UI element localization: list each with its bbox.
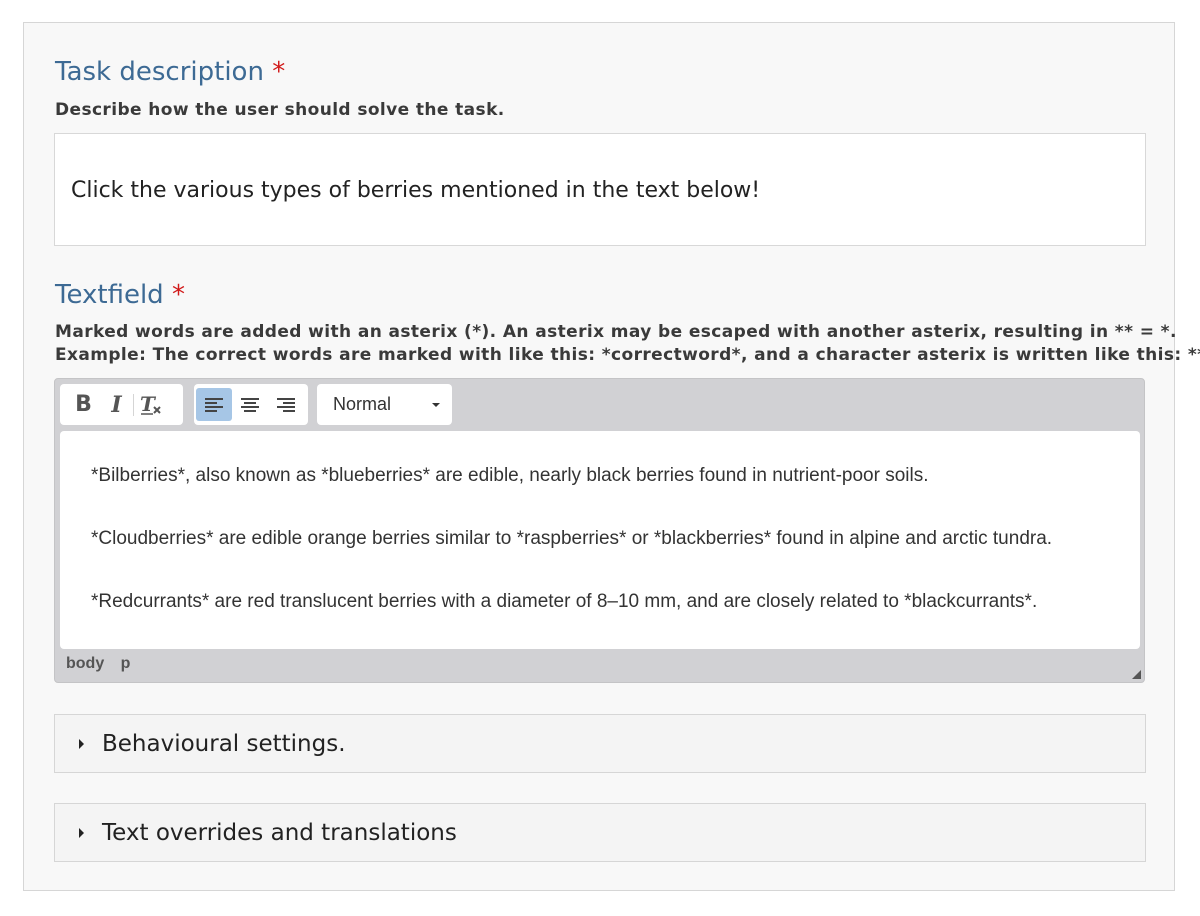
- textfield-heading: Textfield *: [55, 280, 185, 310]
- format-dropdown[interactable]: Normal: [317, 384, 452, 425]
- editor-paragraph: *Bilberries*, also known as *blueberries…: [91, 465, 929, 486]
- expand-arrow-icon: [79, 828, 84, 838]
- task-description-help: Describe how the user should solve the t…: [55, 100, 505, 120]
- remove-format-button[interactable]: T: [134, 388, 167, 421]
- textfield-help-line2: Example: The correct words are marked wi…: [55, 345, 1200, 365]
- editor-paragraph: *Redcurrants* are red translucent berrie…: [91, 591, 1038, 612]
- align-center-icon: [241, 397, 259, 412]
- bold-icon: B: [75, 392, 92, 417]
- rich-text-editor: B I T Normal *Bilberries*, also known as…: [54, 378, 1145, 683]
- form-panel: Task description * Describe how the user…: [23, 22, 1200, 891]
- align-left-icon: [205, 397, 223, 412]
- align-left-button[interactable]: [196, 388, 232, 421]
- required-marker: *: [171, 280, 185, 310]
- behavioural-settings-section[interactable]: Behavioural settings.: [54, 714, 1146, 773]
- task-description-title: Task description: [55, 57, 264, 87]
- element-path-p[interactable]: p: [121, 655, 131, 672]
- textfield-title: Textfield: [55, 280, 164, 310]
- format-dropdown-value: Normal: [333, 394, 392, 414]
- element-path: body p: [66, 655, 142, 673]
- editor-content-area[interactable]: *Bilberries*, also known as *blueberries…: [60, 431, 1140, 649]
- text-overrides-section[interactable]: Text overrides and translations: [54, 803, 1146, 862]
- remove-format-icon: T: [140, 393, 161, 416]
- chevron-down-icon: [432, 403, 440, 407]
- section-label: Behavioural settings.: [102, 731, 346, 757]
- task-description-input[interactable]: Click the various types of berries menti…: [54, 133, 1146, 246]
- required-marker: *: [272, 57, 286, 87]
- italic-icon: I: [111, 391, 122, 418]
- task-description-heading: Task description *: [55, 57, 285, 87]
- expand-arrow-icon: [79, 739, 84, 749]
- editor-paragraph: *Cloudberries* are edible orange berries…: [91, 528, 1053, 549]
- italic-button[interactable]: I: [100, 388, 133, 421]
- section-label: Text overrides and translations: [102, 820, 457, 846]
- align-right-icon: [277, 397, 295, 412]
- align-center-button[interactable]: [232, 388, 268, 421]
- bold-button[interactable]: B: [67, 388, 100, 421]
- textfield-help-line1: Marked words are added with an asterix (…: [55, 322, 1177, 342]
- align-right-button[interactable]: [268, 388, 304, 421]
- element-path-body[interactable]: body: [66, 655, 104, 672]
- alignment-toolbar-group: [194, 384, 308, 425]
- resize-handle-icon[interactable]: [1132, 670, 1141, 679]
- basic-styles-toolbar-group: B I T: [60, 384, 183, 425]
